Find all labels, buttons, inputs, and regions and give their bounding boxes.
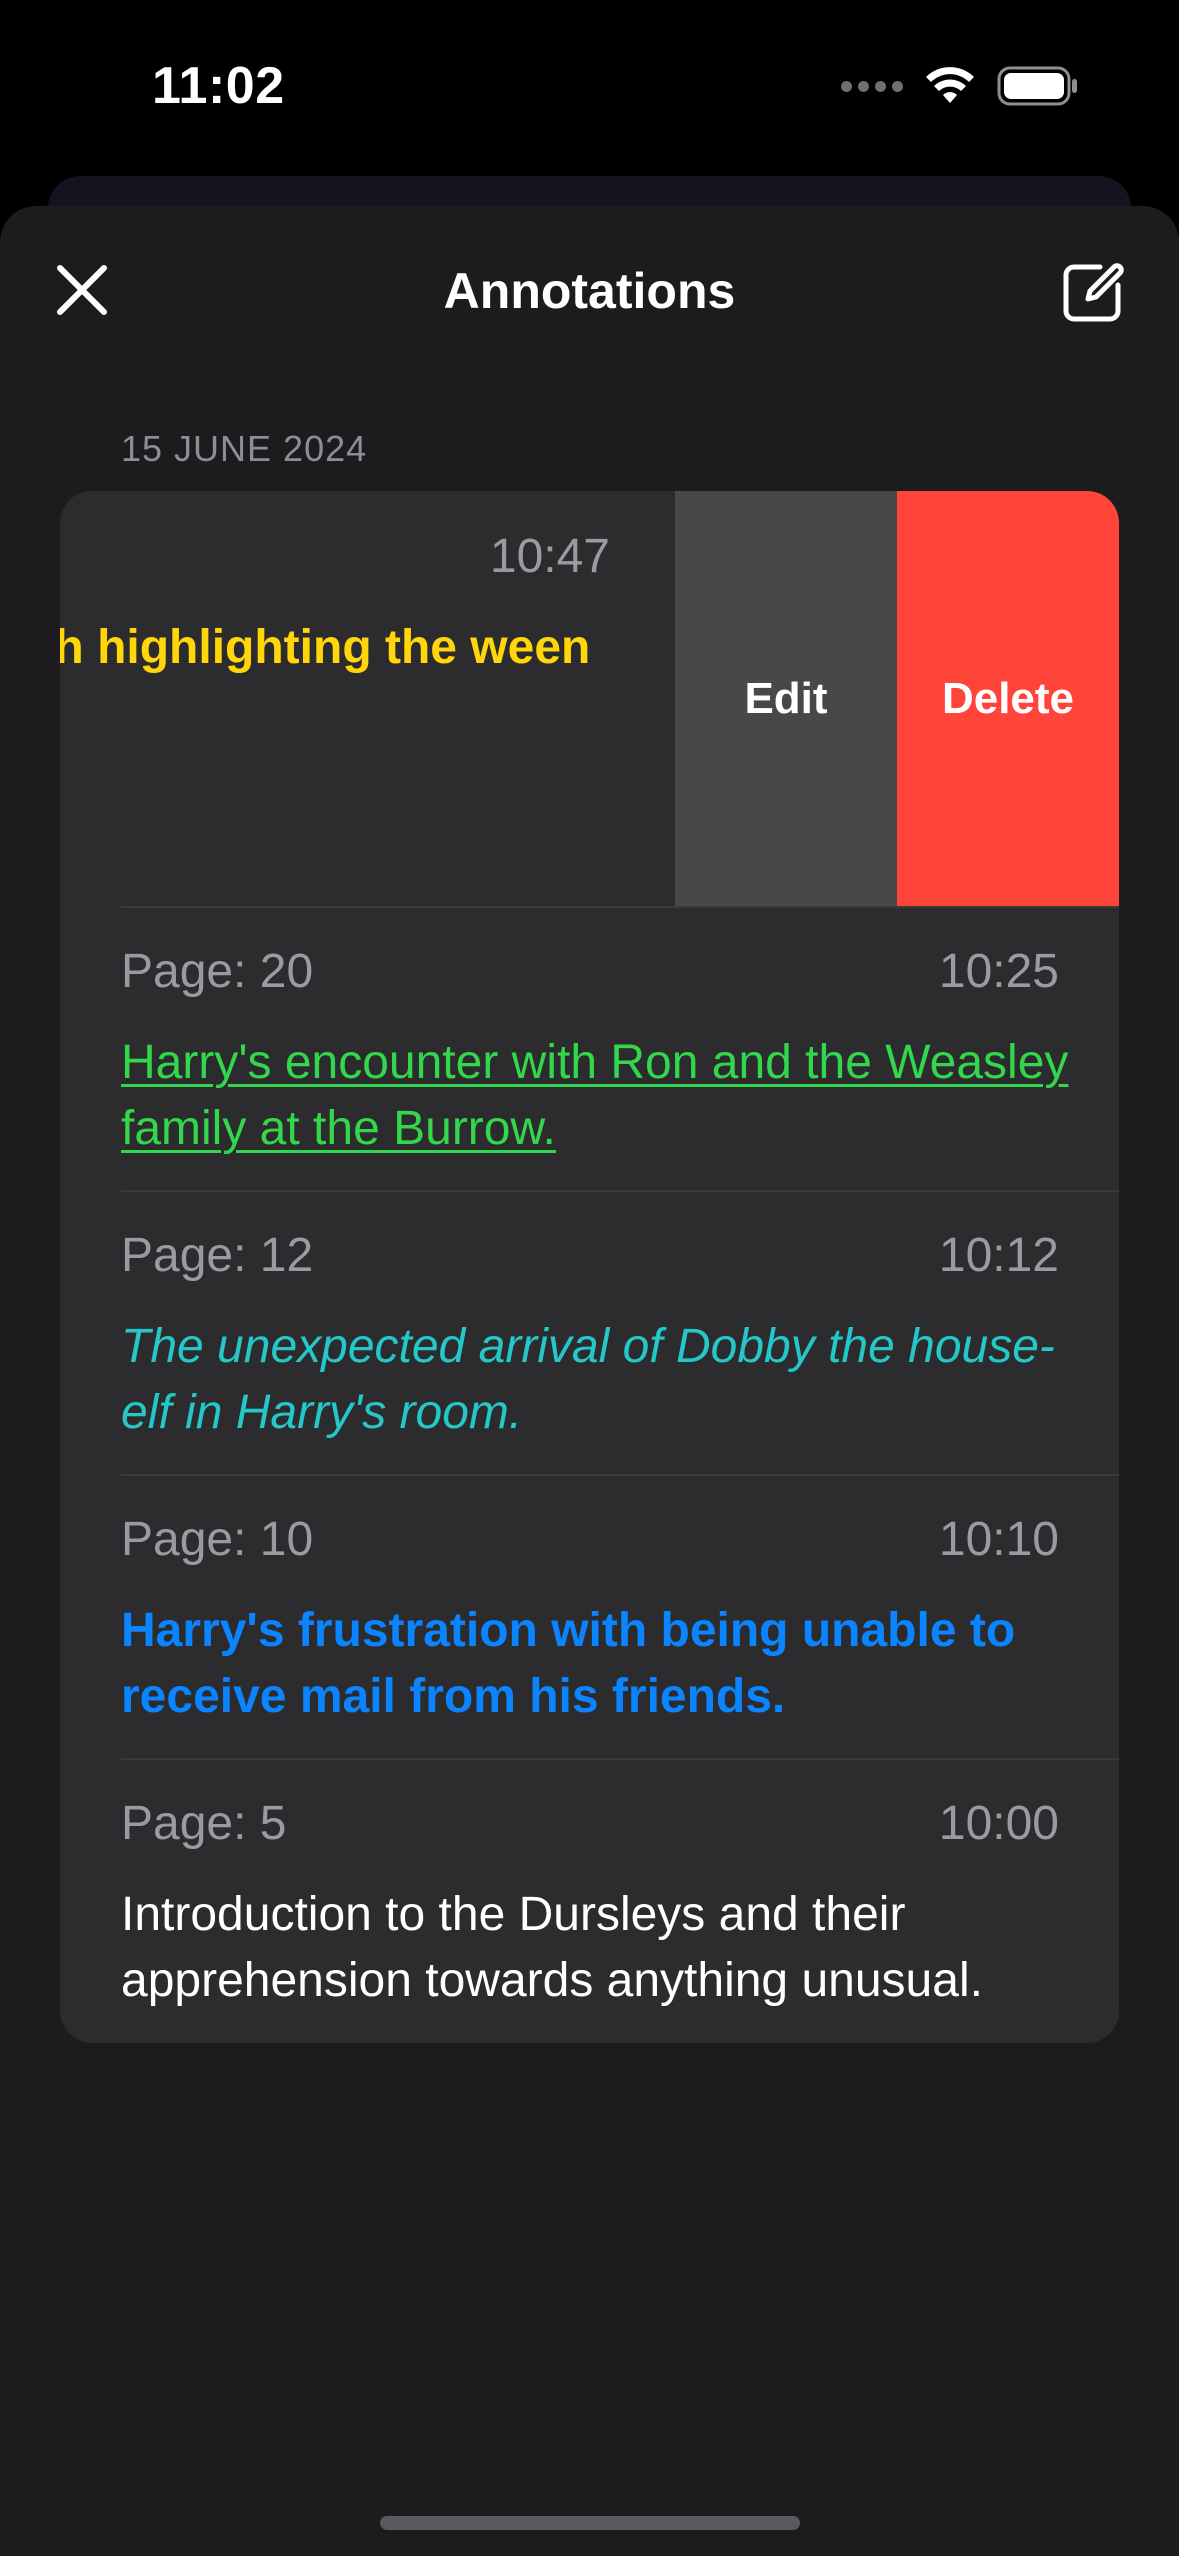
row-divider (121, 1190, 1119, 1192)
annotation-text: s fascination with highlighting the ween… (60, 621, 591, 674)
annotation-page: Page: 5 (121, 1797, 287, 1850)
annotation-time: 10:47 (489, 530, 610, 583)
annotation-page: Page: 10 (121, 1513, 314, 1566)
delete-button[interactable]: Delete (897, 491, 1119, 906)
compose-icon (1063, 263, 1124, 322)
annotation-page: Page: 20 (121, 945, 314, 998)
row-divider (121, 1474, 1119, 1476)
annotation-time: 10:25 (938, 945, 1059, 998)
status-time: 11:02 (152, 57, 285, 115)
status-icons (841, 66, 1079, 106)
row-divider (121, 906, 1119, 908)
row-divider (121, 1758, 1119, 1760)
annotation-time: 10:10 (938, 1513, 1059, 1566)
annotation-text: Harry's encounter with Ron and the Weasl… (121, 1036, 1069, 1155)
annotation-text: Harry's frustration with being unable to… (121, 1604, 1016, 1723)
annotation-time: 10:12 (938, 1229, 1059, 1282)
annotation-row[interactable]: Page: 20 10:25 Harry's encounter with Ro… (60, 906, 1119, 1190)
edit-button[interactable]: Edit (675, 491, 897, 906)
annotation-row[interactable]: Page: 12 10:12 The unexpected arrival of… (60, 1190, 1119, 1474)
swiped-row-content[interactable]: 10:47 s fascination with highlighting th… (60, 491, 675, 906)
status-bar: 11:02 (0, 0, 1179, 176)
swiped-annotation-row[interactable]: 10:47 s fascination with highlighting th… (60, 491, 1119, 906)
battery-icon (997, 66, 1077, 106)
new-annotation-button[interactable] (1057, 256, 1129, 328)
cellular-signal-icon (841, 80, 903, 92)
annotation-page: Page: 12 (121, 1229, 314, 1282)
annotation-time: 10:00 (938, 1797, 1059, 1850)
annotations-list: 10:47 s fascination with highlighting th… (60, 491, 1119, 2043)
home-indicator[interactable] (380, 2516, 800, 2530)
section-date-header: 15 JUNE 2024 (121, 428, 368, 469)
wifi-icon (926, 67, 974, 103)
annotation-row[interactable]: Page: 5 10:00 Introduction to the Dursle… (60, 1758, 1119, 2042)
annotation-row[interactable]: Page: 10 10:10 Harry's frustration with … (60, 1474, 1119, 1758)
page-title: Annotations (443, 263, 736, 319)
annotation-text: The unexpected arrival of Dobby the hous… (121, 1320, 1055, 1439)
annotation-text: Introduction to the Dursleys and their a… (121, 1888, 983, 2007)
